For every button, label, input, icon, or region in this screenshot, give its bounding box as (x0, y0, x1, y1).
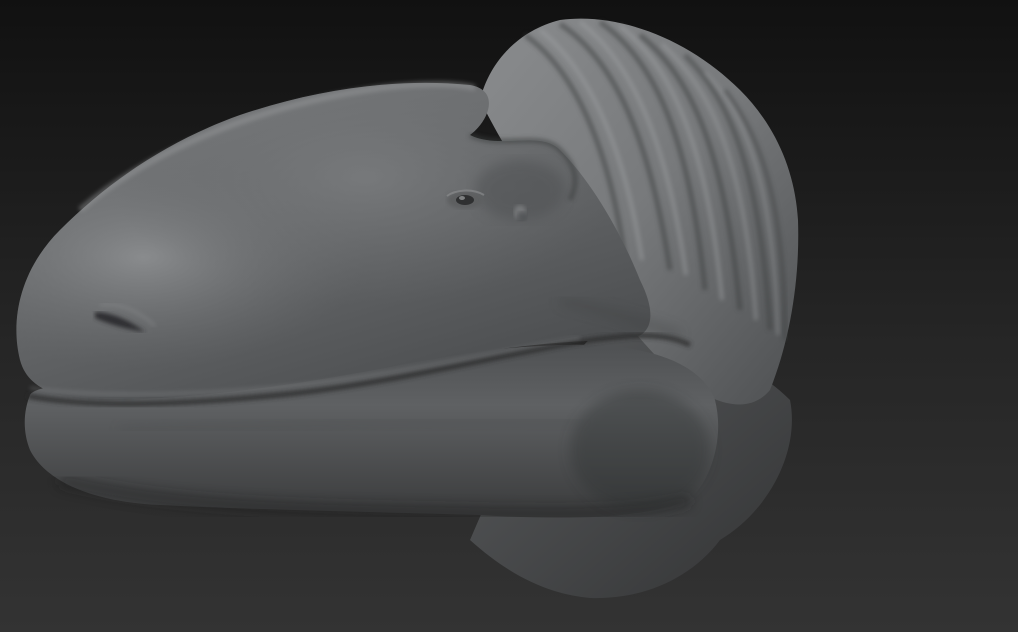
sculpt-viewport[interactable] (0, 0, 1018, 632)
sculpt-canvas[interactable] (0, 0, 1018, 632)
